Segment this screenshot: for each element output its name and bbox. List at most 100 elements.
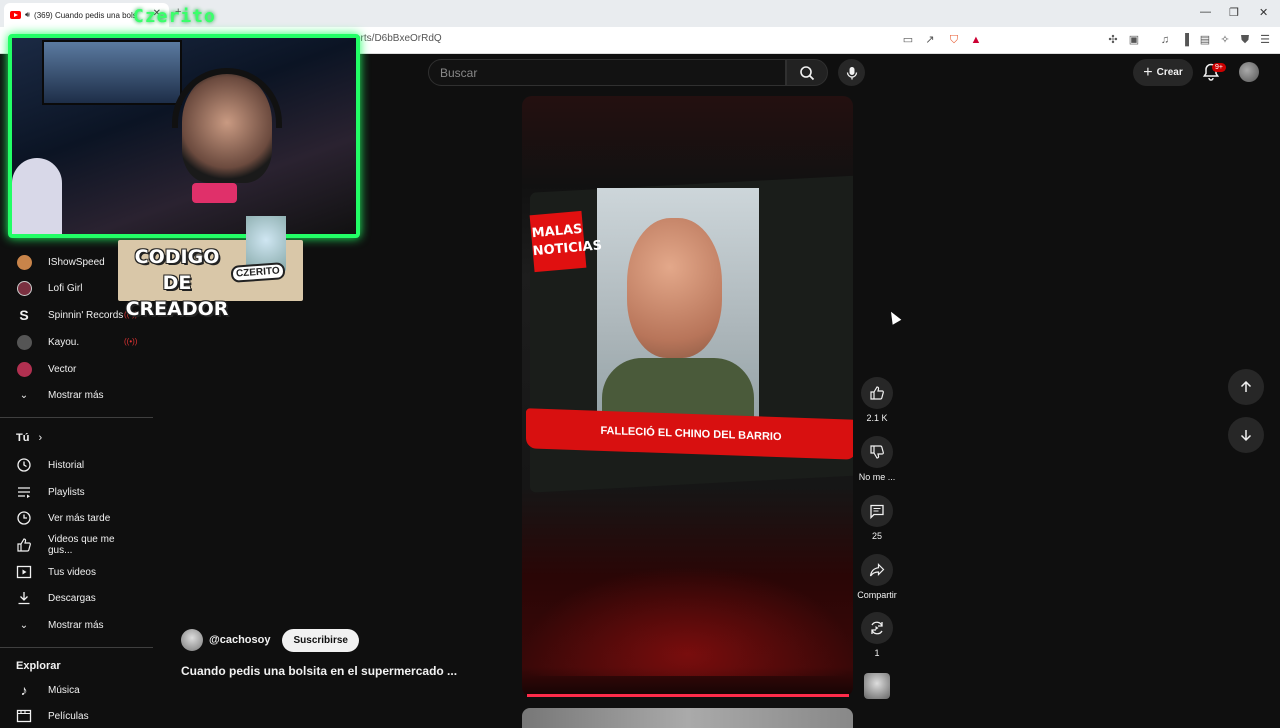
tab-icon[interactable]: ▣ bbox=[1127, 33, 1141, 47]
notification-badge: 9+ bbox=[1212, 63, 1226, 72]
dislike-label: No me ... bbox=[858, 472, 896, 482]
video-progress-bar[interactable] bbox=[527, 694, 849, 697]
comment-count: 25 bbox=[871, 531, 882, 541]
sidebar-item-label: Música bbox=[48, 684, 80, 696]
history-icon bbox=[16, 457, 32, 473]
clock-icon bbox=[16, 510, 32, 526]
mouse-cursor-icon bbox=[886, 309, 902, 325]
create-button[interactable]: + Crear bbox=[1133, 59, 1193, 86]
show-more-you-button[interactable]: ⌄ Mostrar más bbox=[16, 615, 141, 635]
monitor-in-background bbox=[42, 40, 182, 105]
sidebar-item-label: Lofi Girl bbox=[48, 282, 83, 294]
sidebar-item-label: Descargas bbox=[48, 592, 96, 604]
sidebar-item-liked-videos[interactable]: Videos que me gus... bbox=[16, 534, 141, 556]
arrow-down-icon bbox=[1240, 430, 1252, 442]
headphones bbox=[172, 68, 282, 128]
sidebar-divider bbox=[0, 417, 153, 418]
channel-avatar bbox=[16, 280, 32, 296]
music-note-icon: ♪ bbox=[20, 682, 28, 698]
your-videos-icon bbox=[16, 564, 32, 580]
remix-icon bbox=[871, 621, 883, 635]
menu-icon[interactable]: ☰ bbox=[1258, 33, 1272, 47]
address-bar[interactable]: orts/D6bBxeOrRdQ bbox=[355, 33, 442, 44]
sidebar-item-label: Vector bbox=[48, 363, 77, 375]
sidebar-item-label: Spinnin' Records bbox=[48, 309, 124, 321]
sidebar-item-label: Kayou. bbox=[48, 336, 80, 348]
creator-code-line2: DE CREADOR bbox=[125, 272, 229, 320]
sidebar-item-history[interactable]: Historial bbox=[16, 455, 141, 475]
wallet-icon[interactable]: ▤ bbox=[1198, 33, 1212, 47]
playlists-icon bbox=[16, 484, 32, 500]
sidebar-item-label: Videos que me gus... bbox=[48, 534, 115, 556]
channel-avatar[interactable] bbox=[181, 629, 203, 651]
short-title[interactable]: Cuando pedis una bolsita en el supermerc… bbox=[181, 664, 457, 678]
rewards-icon[interactable]: ▲ bbox=[969, 33, 983, 47]
sidebar-item-vector[interactable]: Vector bbox=[16, 359, 141, 379]
sidebar-item-kayou[interactable]: Kayou. bbox=[16, 332, 141, 352]
search-icon bbox=[800, 65, 815, 80]
sidebar-item-movies[interactable]: Películas bbox=[16, 706, 141, 726]
creator-code-line1: CODIGO bbox=[134, 246, 220, 268]
sidebar-item-label: Historial bbox=[48, 459, 85, 471]
sidebar-item-playlists[interactable]: Playlists bbox=[16, 482, 141, 502]
mascot-character bbox=[246, 216, 286, 296]
streamer-webcam bbox=[8, 34, 360, 238]
search-input[interactable]: Buscar bbox=[428, 59, 786, 86]
person-head bbox=[627, 218, 722, 358]
sidebar-toggle-icon[interactable]: ▐ bbox=[1178, 33, 1192, 47]
share-icon bbox=[869, 563, 885, 577]
remix-button[interactable] bbox=[861, 612, 893, 644]
spinnin-logo-icon: S bbox=[19, 307, 29, 323]
share-button[interactable] bbox=[861, 554, 893, 586]
cast-icon[interactable]: ▭ bbox=[901, 33, 915, 47]
like-button[interactable] bbox=[861, 377, 893, 409]
comments-button[interactable] bbox=[861, 495, 893, 527]
account-avatar[interactable] bbox=[1239, 62, 1259, 82]
previous-short-button[interactable] bbox=[1228, 369, 1264, 405]
close-window-icon[interactable]: ✕ bbox=[1259, 6, 1268, 19]
extensions-icon[interactable]: ✣ bbox=[1106, 33, 1120, 47]
restore-icon[interactable]: ❐ bbox=[1229, 6, 1239, 19]
vpn-icon[interactable]: ⛊ bbox=[1238, 33, 1252, 47]
sound-source-avatar[interactable] bbox=[864, 673, 890, 699]
sidebar-item-label: Tus videos bbox=[48, 566, 96, 578]
sidebar-item-your-videos[interactable]: Tus videos bbox=[16, 562, 141, 582]
speaker-icon: 🔊︎ bbox=[25, 10, 31, 19]
share-label: Compartir bbox=[857, 590, 897, 600]
sidebar-divider bbox=[0, 647, 153, 648]
chevron-right-icon: › bbox=[38, 432, 43, 444]
minimize-icon[interactable]: — bbox=[1200, 6, 1211, 18]
channel-avatar bbox=[16, 254, 32, 270]
microphone bbox=[192, 183, 237, 203]
sidebar-item-music[interactable]: ♪ Música bbox=[16, 680, 141, 700]
sidebar-item-watch-later[interactable]: Ver más tarde bbox=[16, 508, 141, 528]
chevron-down-icon: ⌄ bbox=[19, 389, 29, 401]
channel-handle[interactable]: @cachosoy bbox=[209, 634, 270, 646]
music-icon[interactable]: ♫ bbox=[1158, 33, 1172, 47]
search-button[interactable] bbox=[786, 59, 828, 86]
news-photo bbox=[597, 188, 759, 438]
next-short-button[interactable] bbox=[1228, 417, 1264, 453]
plus-icon: + bbox=[1143, 63, 1153, 81]
next-short-preview[interactable] bbox=[522, 708, 853, 728]
dislike-button[interactable] bbox=[861, 436, 893, 468]
you-section-heading[interactable]: Tú › bbox=[16, 432, 42, 444]
short-video-player[interactable]: MALAS NOTICIAS FALLECIÓ EL CHINO DEL BAR… bbox=[522, 96, 853, 697]
creator-code-banner: CODIGO DE CREADOR CZERITO bbox=[118, 216, 303, 320]
share-page-icon[interactable]: ↗ bbox=[923, 33, 937, 47]
channel-avatar bbox=[16, 361, 32, 377]
creator-code-text: CODIGO DE CREADOR bbox=[122, 244, 232, 322]
brave-shield-icon[interactable]: ⛉ bbox=[947, 33, 961, 47]
create-label: Crear bbox=[1156, 67, 1183, 78]
voice-search-button[interactable] bbox=[838, 59, 865, 86]
red-glow bbox=[522, 566, 853, 676]
show-more-subscriptions-button[interactable]: ⌄ Mostrar más bbox=[16, 385, 141, 405]
sidebar-item-label: Ver más tarde bbox=[48, 512, 111, 524]
subscribe-button[interactable]: Suscribirse bbox=[282, 628, 359, 652]
leo-ai-icon[interactable]: ✧ bbox=[1218, 33, 1232, 47]
sidebar-item-downloads[interactable]: Descargas bbox=[16, 588, 141, 608]
malas-noticias-logo: MALAS NOTICIAS bbox=[529, 210, 603, 273]
film-icon bbox=[16, 708, 32, 724]
microphone-icon bbox=[846, 66, 857, 79]
chevron-down-icon: ⌄ bbox=[19, 619, 29, 631]
